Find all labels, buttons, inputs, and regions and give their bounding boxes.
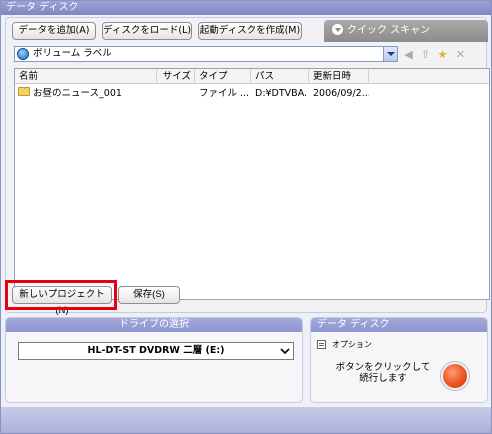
add-data-button[interactable]: データを追加(A) — [12, 22, 96, 40]
column-path[interactable]: パス — [251, 69, 309, 84]
continue-message: ボタンをクリックして続行します — [335, 362, 431, 384]
file-path: D:¥DTVBA... — [255, 88, 307, 99]
footer-bar — [1, 407, 491, 433]
chevron-down-icon — [332, 23, 343, 35]
column-name[interactable]: 名前 — [15, 69, 157, 84]
folder-icon — [18, 87, 30, 96]
highlight-box — [5, 280, 117, 310]
quick-scan-label: クイック スキャン — [347, 25, 431, 36]
dropdown-arrow-icon[interactable] — [383, 47, 397, 61]
file-type: ファイル ... — [199, 88, 249, 99]
column-size[interactable]: サイズ — [157, 69, 195, 84]
new-folder-icon[interactable]: ★ — [436, 48, 449, 61]
volume-label-value: ボリューム ラベル — [33, 48, 112, 59]
delete-icon[interactable]: ✕ — [454, 48, 467, 61]
drive-panel-title: ドライブの選択 — [6, 318, 302, 332]
go-button[interactable] — [441, 362, 469, 390]
data-panel-title: データ ディスク — [311, 318, 487, 332]
main-panel: データを追加(A) ディスクをロード(L) 起動ディスクを作成(M) クイック … — [5, 17, 490, 316]
quick-scan-tab[interactable]: クイック スキャン — [324, 20, 488, 42]
data-disc-panel: データ ディスク オプション ボタンをクリックして続行します — [310, 317, 488, 403]
create-boot-disc-button[interactable]: 起動ディスクを作成(M) — [198, 22, 302, 40]
file-name: お昼のニュース_001 — [33, 88, 122, 99]
up-folder-icon[interactable]: ⇧ — [419, 48, 432, 61]
chevron-down-icon — [280, 348, 290, 355]
column-modified[interactable]: 更新日時 — [309, 69, 369, 84]
volume-label-combobox[interactable]: ボリューム ラベル — [14, 46, 398, 62]
drive-selection-panel: ドライブの選択 HL-DT-ST DVDRW 二層 (E:) — [5, 317, 303, 403]
drive-select[interactable]: HL-DT-ST DVDRW 二層 (E:) — [18, 342, 294, 360]
options-icon[interactable] — [317, 340, 326, 349]
options-link[interactable]: オプション — [332, 340, 372, 350]
column-type[interactable]: タイプ — [195, 69, 251, 84]
app-window: データ ディスク データを追加(A) ディスクをロード(L) 起動ディスクを作成… — [0, 0, 492, 434]
save-button[interactable]: 保存(S) — [118, 286, 180, 304]
file-list[interactable]: 名前 サイズ タイプ パス 更新日時 お昼のニュース_001 ファイル ... … — [14, 68, 490, 300]
file-row[interactable]: お昼のニュース_001 ファイル ... D:¥DTVBA... 2006/09… — [15, 87, 489, 101]
load-disc-button[interactable]: ディスクをロード(L) — [102, 22, 192, 40]
window-title: データ ディスク — [1, 1, 491, 15]
file-modified: 2006/09/2... — [313, 88, 369, 99]
column-header: 名前 サイズ タイプ パス 更新日時 — [15, 69, 489, 84]
drive-select-value: HL-DT-ST DVDRW 二層 (E:) — [87, 345, 225, 356]
back-icon[interactable]: ◀ — [402, 48, 415, 61]
globe-icon — [17, 48, 29, 60]
